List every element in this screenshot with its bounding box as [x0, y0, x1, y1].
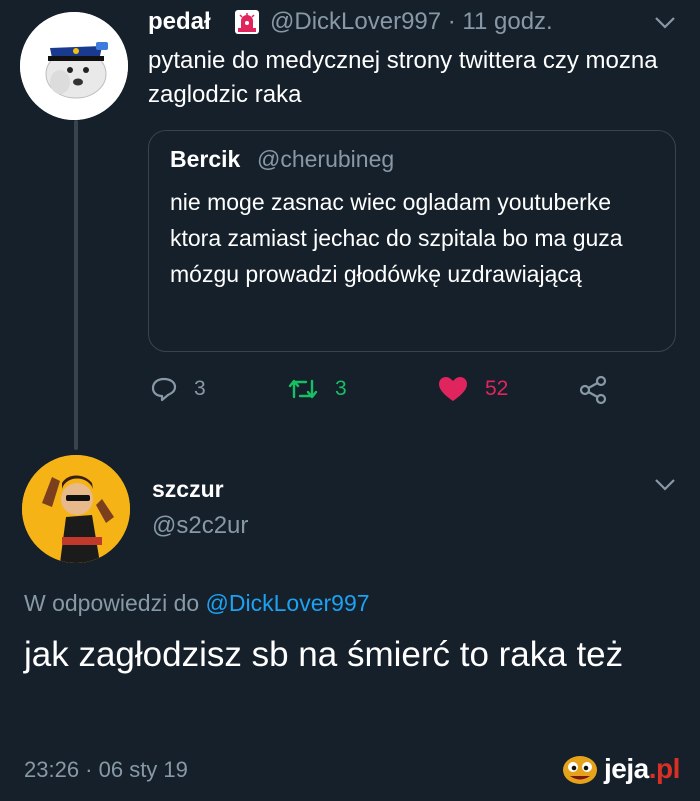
avatar-szczur[interactable] — [22, 455, 130, 563]
author-handle-and-time[interactable]: @DickLover997 · 11 godz. — [270, 8, 553, 36]
reply-context: W odpowiedzi do @DickLover997 — [24, 590, 370, 617]
retweet-count: 3 — [335, 377, 347, 400]
jeja-logo-icon — [563, 756, 597, 784]
reply-context-prefix: W odpowiedzi do — [24, 590, 200, 616]
like-button[interactable]: 52 — [437, 375, 508, 403]
like-count: 52 — [485, 377, 509, 400]
like-icon — [439, 377, 467, 401]
jeja-watermark: jeja.pl — [560, 752, 680, 786]
reply-author-name[interactable]: szczur — [152, 476, 224, 503]
reply-author-handle[interactable]: @s2c2ur — [152, 512, 248, 540]
quoted-author-name: Bercik — [170, 146, 241, 172]
quoted-tweet-text: nie moge zasnac wiec ogladam youtuberke … — [170, 189, 623, 287]
thread-connector-line — [74, 120, 78, 450]
tweet-timestamp[interactable]: 23:26 · 06 sty 19 — [24, 757, 188, 783]
retweet-button[interactable]: 3 — [287, 375, 347, 403]
share-icon — [579, 375, 607, 405]
reply-button[interactable]: 3 — [150, 375, 206, 403]
tweet-text: pytanie do medycznej strony twittera czy… — [148, 47, 658, 108]
chevron-down-icon[interactable] — [654, 16, 676, 35]
chevron-down-icon[interactable] — [654, 478, 676, 497]
quoted-author-handle: @cherubineg — [257, 146, 395, 172]
reply-icon — [151, 377, 177, 402]
retweet-icon — [288, 379, 318, 399]
police-siren-icon — [234, 9, 260, 35]
reply-count: 3 — [194, 377, 206, 400]
author-name[interactable]: pedał — [148, 8, 211, 36]
share-button[interactable] — [578, 375, 608, 405]
watermark-brand: jeja.pl — [604, 753, 680, 784]
reply-tweet-text: jak zagłodzisz sb na śmierć to raka też — [24, 635, 624, 674]
reply-target-link[interactable]: @DickLover997 — [206, 590, 370, 616]
avatar-pedal[interactable] — [20, 12, 128, 120]
